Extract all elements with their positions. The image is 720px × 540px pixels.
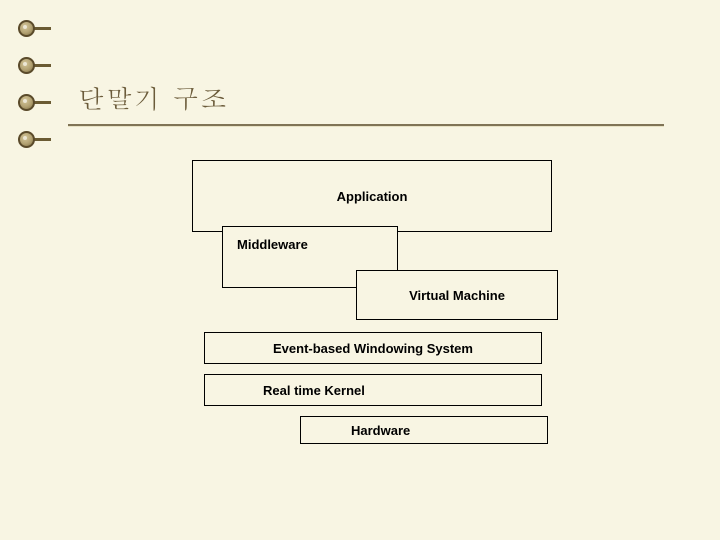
layer-event-windowing-label: Event-based Windowing System (273, 341, 473, 356)
layer-real-time-kernel-label: Real time Kernel (263, 383, 365, 398)
ring-icon (18, 131, 51, 148)
title-underline (68, 124, 664, 126)
layer-application-label: Application (337, 189, 408, 204)
slide-title: 단말기 구조 (78, 80, 229, 116)
architecture-diagram: Application Middleware Virtual Machine E… (192, 160, 552, 450)
layer-hardware-label: Hardware (351, 423, 410, 438)
layer-event-windowing: Event-based Windowing System (204, 332, 542, 364)
layer-virtual-machine-label: Virtual Machine (409, 288, 505, 303)
layer-hardware: Hardware (300, 416, 548, 444)
layer-application: Application (192, 160, 552, 232)
ring-icon (18, 20, 51, 37)
layer-virtual-machine: Virtual Machine (356, 270, 558, 320)
ring-icon (18, 57, 51, 74)
slide: 단말기 구조 Application Middleware Virtual Ma… (0, 0, 720, 540)
spiral-binding (18, 20, 51, 168)
ring-icon (18, 94, 51, 111)
layer-real-time-kernel: Real time Kernel (204, 374, 542, 406)
layer-middleware-label: Middleware (237, 237, 308, 252)
